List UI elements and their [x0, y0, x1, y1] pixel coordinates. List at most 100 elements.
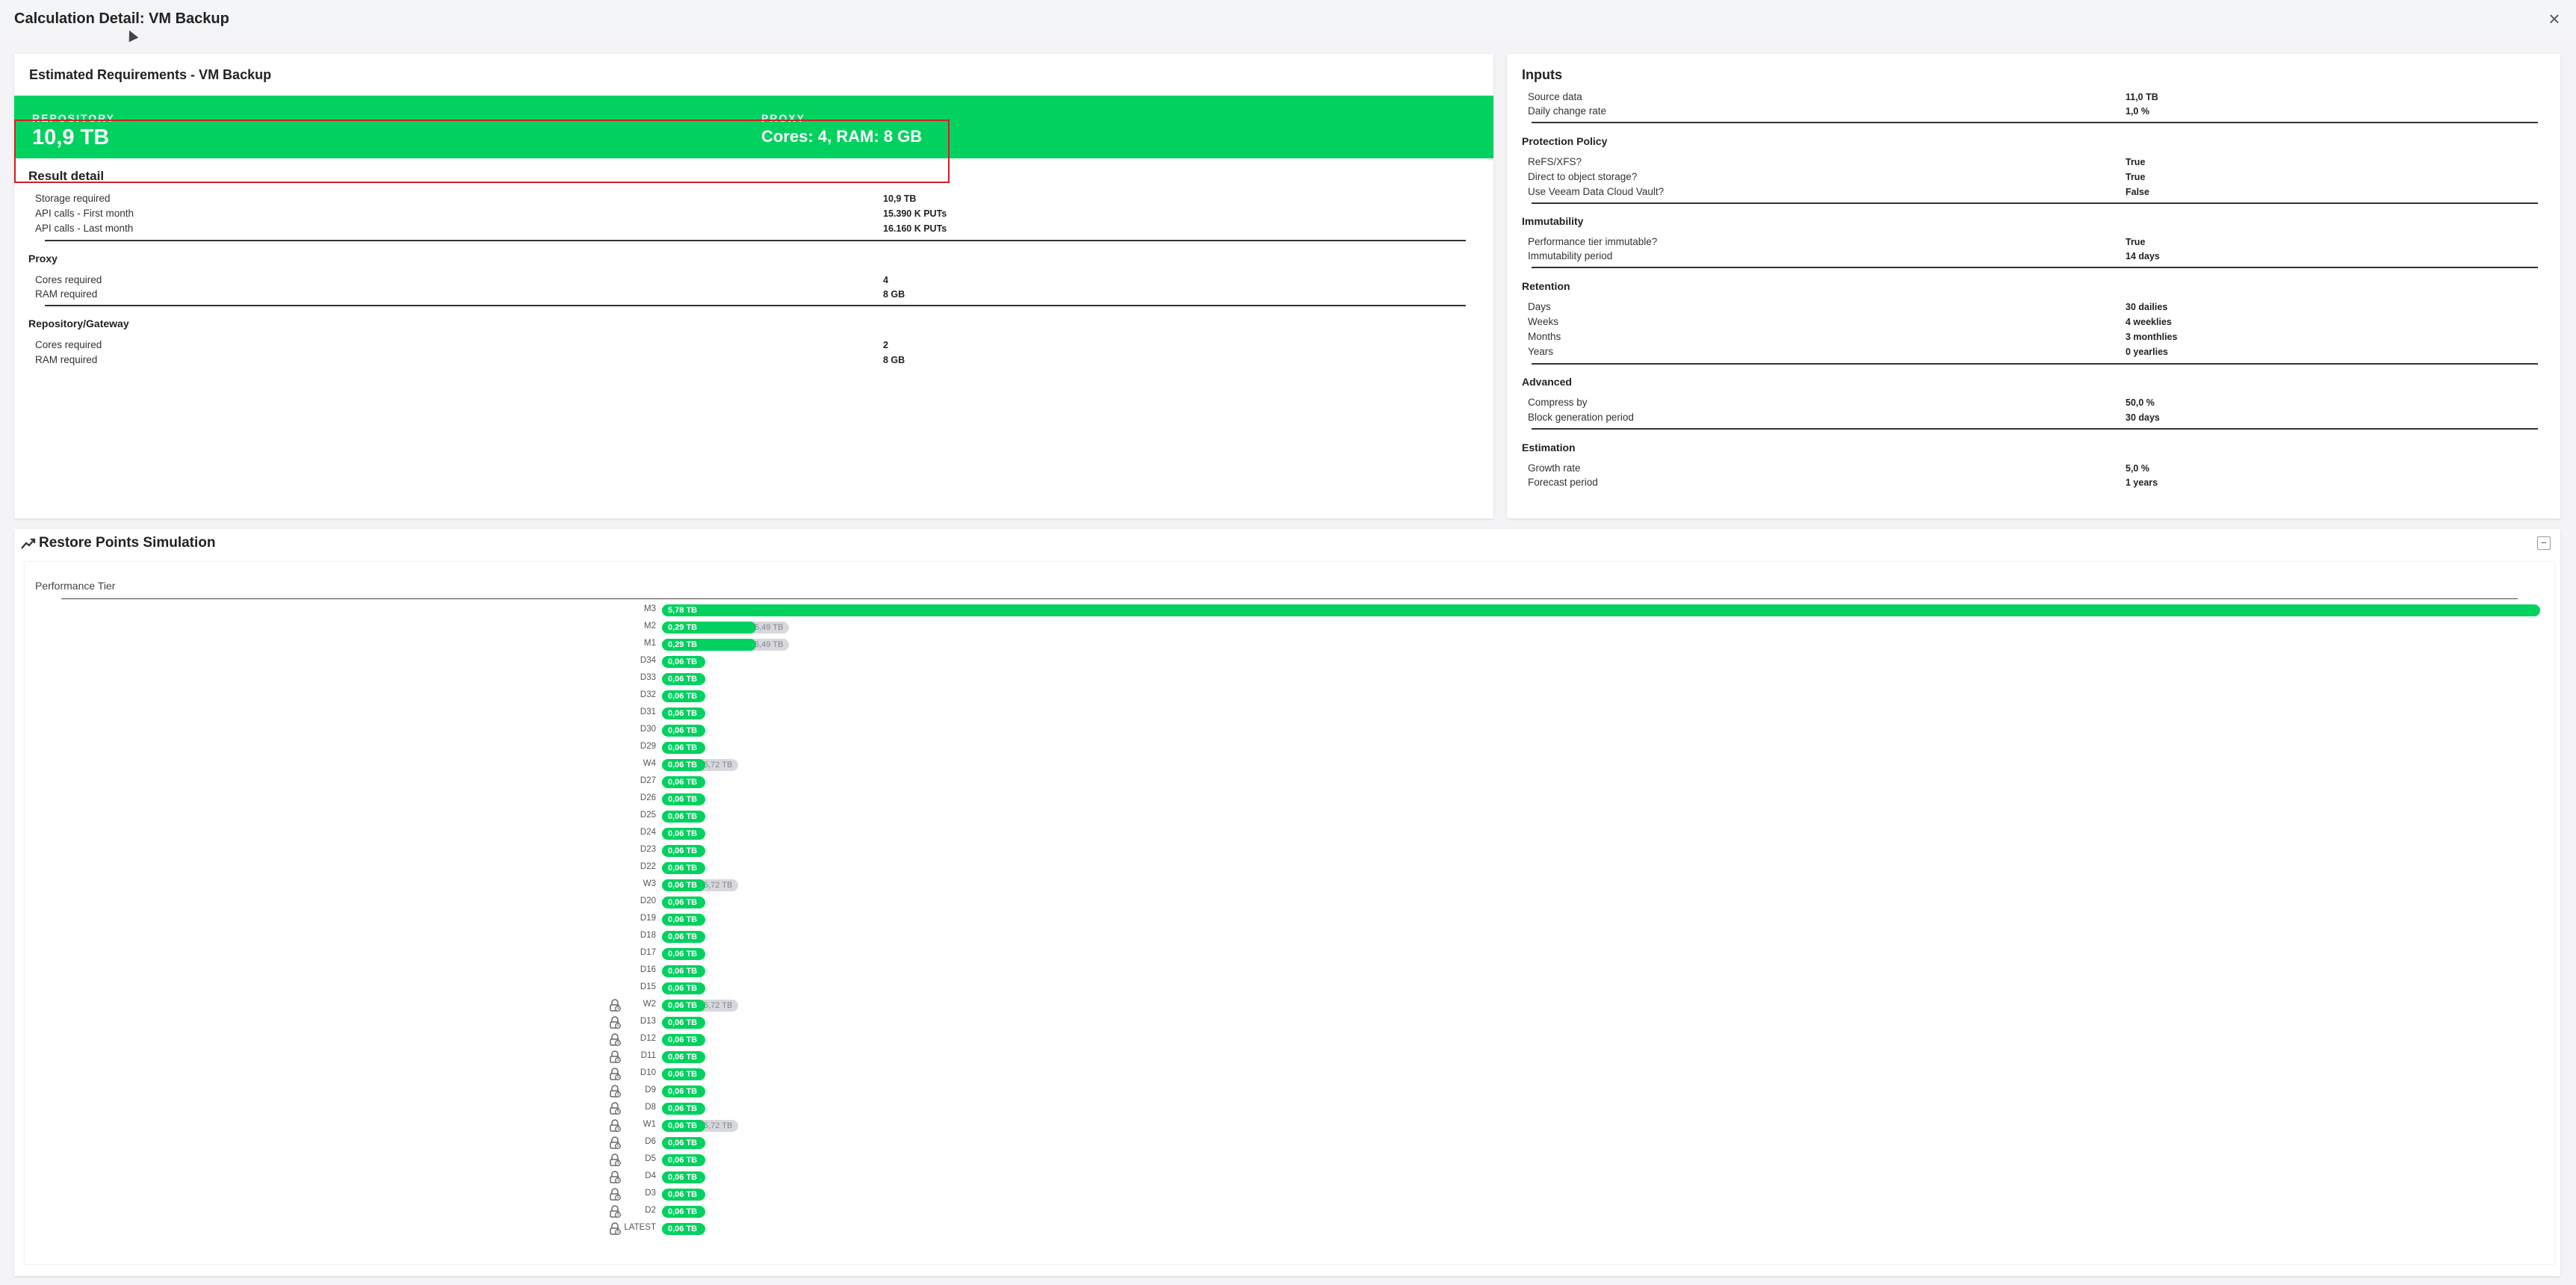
- restore-point-label: D34: [640, 656, 656, 665]
- restore-point-size-pill: 0,06 TB: [662, 1103, 705, 1115]
- trend-up-icon: [21, 538, 36, 549]
- restore-point-size-pill: 0,06 TB: [662, 1000, 705, 1012]
- perf-immutable-label: Performance tier immutable?: [1528, 236, 1658, 247]
- proxy-cores-value: 4: [883, 275, 888, 285]
- restore-point-row: D33 0,06 TB: [0, 672, 2576, 687]
- restore-point-label: D31: [640, 707, 656, 716]
- restore-point-row: D8 0,06 TB: [0, 1101, 2576, 1116]
- compress-label: Compress by: [1528, 397, 1588, 408]
- close-icon[interactable]: ×: [2543, 7, 2566, 30]
- proxy-cores-label: Cores required: [35, 274, 102, 285]
- divider: [1532, 202, 2538, 204]
- restore-point-size-pill: 0,06 TB: [662, 1154, 705, 1166]
- restore-point-size-pill: 0,29 TB: [662, 639, 756, 651]
- restore-point-size-pill: 0,06 TB: [662, 828, 705, 840]
- result-detail-highlight: [14, 120, 950, 183]
- change-rate-value: 1,0 %: [2125, 106, 2149, 117]
- restore-point-row: M3 5,78 TB: [0, 603, 2576, 618]
- immutability-period-label: Immutability period: [1528, 250, 1613, 261]
- restore-point-row: D24 0,06 TB: [0, 826, 2576, 841]
- compress-value: 50,0 %: [2125, 397, 2155, 408]
- restore-point-label: D13: [640, 1017, 656, 1026]
- divider: [1532, 267, 2538, 268]
- restore-point-row: D32 0,06 TB: [0, 689, 2576, 704]
- gateway-cores-value: 2: [883, 340, 888, 350]
- proxy-ram-value: 8 GB: [883, 289, 905, 300]
- immutability-period-value: 14 days: [2125, 251, 2160, 261]
- restore-point-row: D29 0,06 TB: [0, 740, 2576, 755]
- divider: [1532, 363, 2538, 365]
- proxy-section-title: Proxy: [28, 253, 58, 264]
- restore-point-row: D12 0,06 TB: [0, 1032, 2576, 1047]
- days-value: 30 dailies: [2125, 302, 2168, 312]
- restore-point-size-pill: 0,06 TB: [662, 1086, 705, 1097]
- gateway-section-title: Repository/Gateway: [28, 318, 129, 329]
- lock-clock-icon: [610, 1068, 621, 1080]
- divider: [45, 240, 1466, 241]
- restore-point-size-pill: 0,06 TB: [662, 965, 705, 977]
- restore-point-row: D15 0,06 TB: [0, 981, 2576, 996]
- restore-point-label: D16: [640, 965, 656, 974]
- refs-label: ReFS/XFS?: [1528, 156, 1582, 167]
- weeks-value: 4 weeklies: [2125, 317, 2172, 327]
- restore-point-row: D16 0,06 TB: [0, 964, 2576, 979]
- api-last-month-label: API calls - Last month: [35, 223, 134, 234]
- lock-clock-icon: [610, 1205, 621, 1218]
- restore-point-size-pill: 0,29 TB: [662, 622, 756, 634]
- restore-point-row: LATEST 0,06 TB: [0, 1221, 2576, 1236]
- restore-point-row: D11 0,06 TB: [0, 1050, 2576, 1065]
- vault-value: False: [2125, 187, 2149, 197]
- restore-point-label: D29: [640, 742, 656, 751]
- restore-point-row: W4 5,72 TB 0,06 TB: [0, 758, 2576, 772]
- block-gen-label: Block generation period: [1528, 412, 1634, 423]
- lock-clock-icon: [610, 1016, 621, 1029]
- restore-point-row: D10 0,06 TB: [0, 1067, 2576, 1082]
- lock-clock-icon: [610, 1102, 621, 1115]
- vault-label: Use Veeam Data Cloud Vault?: [1528, 186, 1665, 197]
- restore-point-row: D26 0,06 TB: [0, 792, 2576, 807]
- source-data-label: Source data: [1528, 91, 1582, 102]
- restore-point-label: D4: [645, 1171, 656, 1180]
- restore-point-label: D32: [640, 690, 656, 699]
- gateway-cores-label: Cores required: [35, 339, 102, 350]
- growth-rate-label: Growth rate: [1528, 462, 1581, 474]
- protection-title: Protection Policy: [1522, 135, 1608, 147]
- lock-clock-icon: [610, 1171, 621, 1183]
- restore-point-label: D19: [640, 914, 656, 923]
- restore-point-row: D31 0,06 TB: [0, 706, 2576, 721]
- simulation-title: Restore Points Simulation: [39, 535, 216, 551]
- forecast-label: Forecast period: [1528, 477, 1598, 488]
- restore-point-size-pill: 0,06 TB: [662, 862, 705, 874]
- restore-point-label: D25: [640, 811, 656, 820]
- restore-point-label: LATEST: [624, 1223, 656, 1232]
- storage-required-value: 10,9 TB: [883, 193, 917, 204]
- restore-point-row: D17 0,06 TB: [0, 947, 2576, 962]
- restore-point-size-pill: 0,06 TB: [662, 1189, 705, 1201]
- collapse-icon[interactable]: −: [2537, 536, 2551, 550]
- window-title: Calculation Detail: VM Backup: [14, 10, 229, 27]
- lock-clock-icon: [610, 1136, 621, 1149]
- restore-point-label: W4: [643, 759, 656, 768]
- divider: [1532, 122, 2538, 123]
- inputs-card: [1507, 54, 2560, 518]
- lock-clock-icon: [610, 1188, 621, 1201]
- inputs-title: Inputs: [1522, 67, 1562, 82]
- restore-point-size-pill: 0,06 TB: [662, 707, 705, 719]
- restore-point-label: D27: [640, 776, 656, 785]
- restore-point-size-pill: 0,06 TB: [662, 845, 705, 857]
- restore-point-row: D34 0,06 TB: [0, 654, 2576, 669]
- years-value: 0 yearlies: [2125, 347, 2168, 357]
- direct-object-label: Direct to object storage?: [1528, 171, 1638, 182]
- restore-point-row: D30 0,06 TB: [0, 723, 2576, 738]
- restore-point-row: D13 0,06 TB: [0, 1015, 2576, 1030]
- divider: [45, 305, 1466, 306]
- direct-object-value: True: [2125, 172, 2146, 182]
- restore-point-label: D15: [640, 982, 656, 991]
- restore-point-size-pill: 0,06 TB: [662, 1206, 705, 1218]
- title-bar: Calculation Detail: VM Backup ×: [0, 0, 2576, 43]
- restore-point-label: D3: [645, 1189, 656, 1198]
- restore-point-size-pill: 0,06 TB: [662, 742, 705, 754]
- estimation-title: Estimation: [1522, 442, 1576, 453]
- restore-point-size-pill: 0,06 TB: [662, 931, 705, 943]
- restore-point-size-pill: 0,06 TB: [662, 759, 705, 771]
